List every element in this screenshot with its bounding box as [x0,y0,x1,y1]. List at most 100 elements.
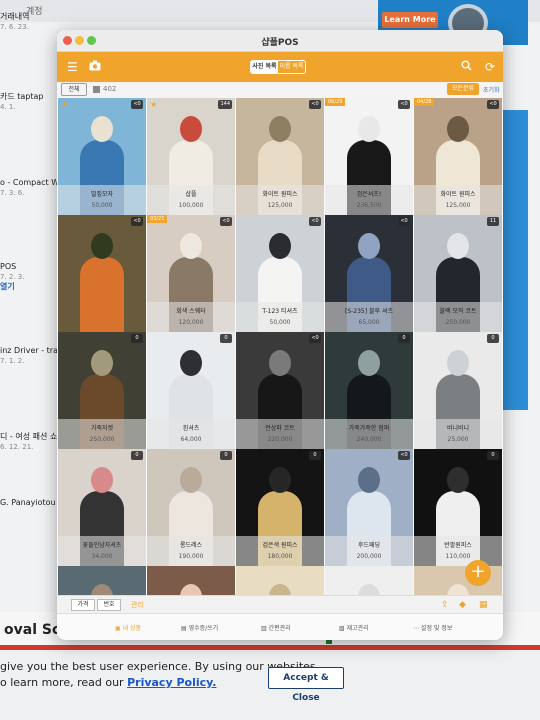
product-name: 롱드레스 [179,542,203,549]
refresh-icon[interactable]: ⟳ [485,60,495,74]
product-price: 64,000 [180,436,202,443]
stock-badge: <0 [398,217,410,226]
product-price: 180,000 [267,553,293,560]
product-price: 220,000 [267,436,293,443]
product-card[interactable]: 샵플 100,000 144 ★ [147,98,235,215]
product-photo-model [447,116,469,142]
favorite-star-icon[interactable]: ★ [61,100,68,109]
product-photo-garment [80,257,124,332]
product-card[interactable]: T-123 티셔츠 50,000 <0 [236,215,324,332]
product-photo-model [269,467,291,493]
nav-receipt[interactable]: ▤ 영수증/쓰기 [181,623,218,632]
accept-close-button[interactable]: Accept & Close [268,667,344,703]
tag-icon[interactable]: ◆ [459,600,466,610]
product-card[interactable]: 회색 스웨터 120,000 <0 03/21 [147,215,235,332]
camera-icon[interactable] [89,60,101,74]
stock-badge: <0 [398,100,410,109]
date-tag: 04/28 [414,98,435,106]
product-price: 110,000 [445,553,471,560]
cookie-banner: give you the best user experience. By us… [0,650,540,720]
product-card[interactable]: <0 [58,215,146,332]
learn-more-button[interactable]: Learn More [382,12,438,28]
cookie-text-2: o learn more, read our Privacy Policy. [0,676,216,689]
product-photo-model [358,350,380,376]
product-card[interactable]: 언상파 코트 220,000 <0 [236,332,324,449]
stock-badge: 0 [220,451,232,460]
product-name: 샵플 [185,191,197,198]
manage-link[interactable]: 관리 [131,600,144,610]
item-count: 402 [103,85,117,93]
tab-photo-list[interactable]: 사진 목록 [251,61,278,73]
nav-settings-label: 설정 및 정보 [420,625,453,632]
product-name: 회색 스웨터 [176,308,206,315]
product-card[interactable]: 밀짚모자 50,000 <0 ★ [58,98,146,215]
nav-my-products[interactable]: ▣ 내 상품 [115,623,141,632]
product-photo-model [447,350,469,376]
nav-my-products-label: 내 상품 [122,625,142,632]
product-photo-model [180,350,202,376]
window-title: 샵플POS [261,38,299,48]
background-item-title: 거래내역 [0,12,30,21]
nav-settings[interactable]: ⋯ 설정 및 정보 [413,623,452,632]
product-card[interactable]: 흰셔츠 64,000 0 [147,332,235,449]
search-icon[interactable] [461,60,472,74]
nav-receipt-label: 영수증/쓰기 [188,625,219,632]
product-card[interactable]: 가죽자켓 250,000 0 [58,332,146,449]
product-name: 화이트 원피스 [262,191,298,198]
date-tag: 06/29 [325,98,346,106]
product-card[interactable]: 가죽가죽한 점퍼 240,000 0 [325,332,413,449]
product-name: 검은셔츠! [356,191,382,198]
privacy-policy-link[interactable]: Privacy Policy. [127,676,216,689]
sort-price-tab[interactable]: 가격 [71,599,95,611]
stock-badge: 0 [131,334,143,343]
reset-link[interactable]: 초기화 [483,85,500,94]
sort-number-tab[interactable]: 번호 [97,599,121,611]
product-name: 흰셔츠 [182,425,200,432]
product-card[interactable]: [S-235] 블루 셔츠 65,000 <0 [325,215,413,332]
product-card[interactable]: 블랙 모직 코트 250,000 11 [414,215,502,332]
add-product-button[interactable]: + [465,560,491,586]
product-name: 후드패딩 [357,542,381,549]
product-card[interactable]: 화이트 원피스 125,000 <0 [236,98,324,215]
product-card[interactable]: 꽃들인남자셔츠 34,000 0 [58,449,146,566]
background-list-item[interactable]: 거래내역 7. 6. 23. [0,12,66,32]
product-card[interactable]: 비니비니 25,000 0 [414,332,502,449]
product-card[interactable]: 검은색 원피스 180,000 0 [236,449,324,566]
cookie-text-2-body: o learn more, read our [0,676,124,689]
menu-icon[interactable]: ☰ [67,60,78,74]
product-card[interactable]: 후드패딩 200,000 <0 [325,449,413,566]
grid-icon[interactable]: ▦ [479,600,488,610]
product-name: 가죽자켓 [90,425,114,432]
product-name: 블랙 모직 코트 [439,308,477,315]
category-button[interactable]: 모든분류 [447,83,479,95]
tab-name-list[interactable]: 이름 목록 [278,61,305,73]
product-name: 화이트 원피스 [440,191,476,198]
product-name: [S-235] 블루 셔츠 [344,308,393,315]
nav-inventory[interactable]: ▧ 재고관리 [339,623,369,632]
product-name: 가죽가죽한 점퍼 [348,425,390,432]
stock-badge: <0 [487,100,499,109]
product-price: 240,000 [356,436,382,443]
product-card[interactable]: 반팔원피스 110,000 0 [414,449,502,566]
product-card[interactable]: 검은셔츠! 236,500 <0 06/29 [325,98,413,215]
product-price: 65,000 [358,319,380,326]
share-icon[interactable]: ⇪ [441,600,449,610]
product-price: 236,500 [356,202,382,209]
filter-all-button[interactable]: 전체 [61,83,87,96]
stock-badge: 11 [487,217,499,226]
product-photo-model [180,233,202,259]
product-photo-model [269,233,291,259]
product-photo-model [358,467,380,493]
background-side-banner [500,110,528,410]
favorite-star-icon[interactable]: ★ [150,100,157,109]
product-photo-model [91,116,113,142]
product-price: 250,000 [89,436,115,443]
stock-badge: 0 [131,451,143,460]
nav-quick-manage[interactable]: ▥ 간편관리 [261,623,291,632]
product-card[interactable]: 롱드레스 190,000 0 [147,449,235,566]
product-photo-model [269,350,291,376]
stock-badge: 0 [487,451,499,460]
product-price: 200,000 [356,553,382,560]
product-card[interactable]: 화이트 원피스 125,000 <0 04/28 [414,98,502,215]
stock-badge: <0 [398,451,410,460]
